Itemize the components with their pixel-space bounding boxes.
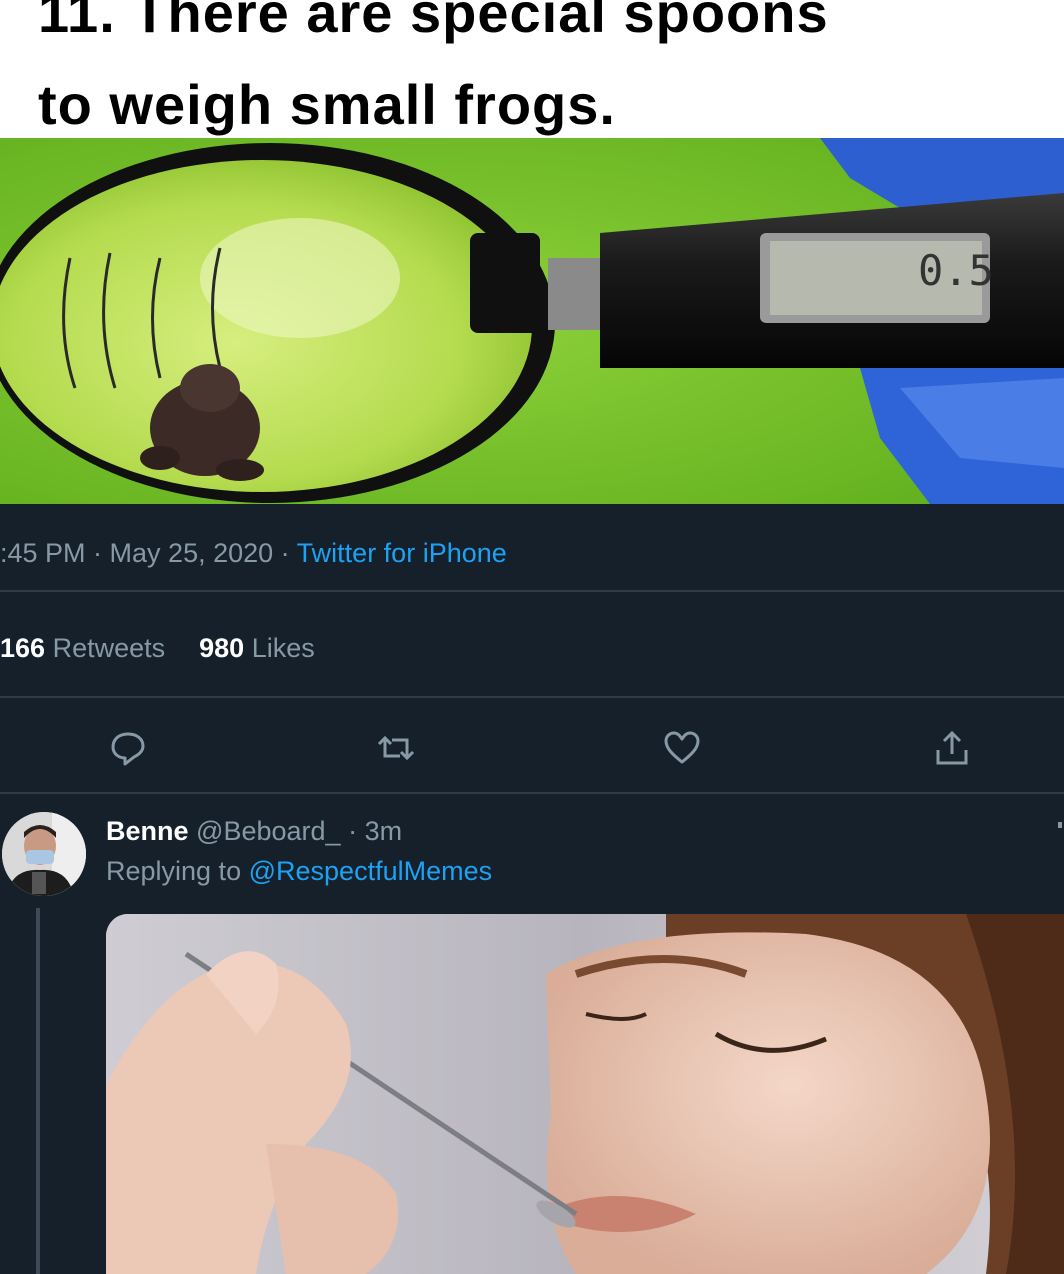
- tweet-meta: :45 PM · May 25, 2020 · Twitter for iPho…: [0, 538, 507, 570]
- retweet-icon: [377, 735, 415, 761]
- likes-count: 980: [199, 633, 245, 663]
- retweets-label: Retweets: [52, 633, 166, 663]
- replying-to-line: Replying to @RespectfulMemes: [106, 856, 492, 887]
- meta-separator: ·: [85, 538, 110, 568]
- divider: [0, 792, 1064, 794]
- caption-line-2: to weigh small frogs.: [38, 73, 616, 136]
- retweets-count: 166: [0, 633, 46, 663]
- likes-stat[interactable]: 980 Likes: [199, 633, 315, 663]
- reply-author-handle[interactable]: @Beboard_: [196, 816, 341, 846]
- reply-button[interactable]: [100, 720, 156, 776]
- tweet-time: :45 PM: [0, 538, 86, 568]
- reply-header: Benne @Beboard_ · 3m: [106, 816, 402, 847]
- share-button[interactable]: [924, 720, 980, 776]
- like-icon: [664, 731, 700, 764]
- reply-tweet[interactable]: Benne @Beboard_ · 3m Replying to @Respec…: [0, 800, 1064, 1274]
- spoon-scale-photo[interactable]: 0.5: [0, 138, 1064, 504]
- like-button[interactable]: [654, 720, 710, 776]
- reply-time[interactable]: 3m: [365, 816, 403, 846]
- more-options-icon[interactable]: [1058, 822, 1062, 828]
- divider: [0, 696, 1064, 698]
- tweet-stats: 166 Retweets 980 Likes: [0, 633, 315, 664]
- meta-separator: ·: [348, 816, 358, 846]
- share-icon: [936, 730, 968, 765]
- tweet-action-bar: [0, 720, 1064, 776]
- replying-handle-link[interactable]: @RespectfulMemes: [249, 856, 493, 886]
- meta-separator: ·: [273, 538, 297, 568]
- caption-line-1: 11. There are special spoons: [38, 0, 829, 44]
- reply-author-name[interactable]: Benne: [106, 816, 189, 846]
- reply-photo[interactable]: [106, 914, 1064, 1274]
- avatar[interactable]: [2, 812, 86, 896]
- tweet-source-link[interactable]: Twitter for iPhone: [297, 538, 507, 568]
- divider: [0, 590, 1064, 592]
- tweet-date[interactable]: May 25, 2020: [110, 538, 274, 568]
- thread-connector-line: [36, 908, 40, 1274]
- retweet-button[interactable]: [368, 720, 424, 776]
- retweets-stat[interactable]: 166 Retweets: [0, 633, 165, 663]
- likes-label: Likes: [251, 633, 315, 663]
- replying-prefix: Replying to: [106, 856, 242, 886]
- meme-caption: 11. There are special spoons to weigh sm…: [0, 0, 1064, 138]
- scale-display-reading: 0.5: [918, 246, 994, 295]
- reply-icon: [111, 732, 145, 766]
